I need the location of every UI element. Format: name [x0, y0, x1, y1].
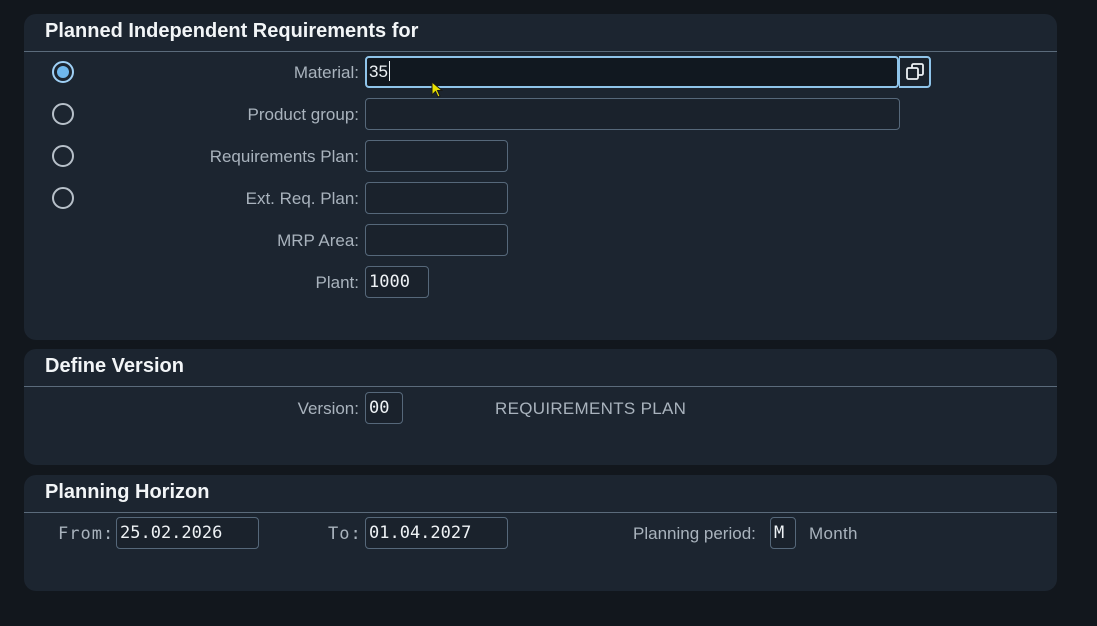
ext-req-plan-label: Ext. Req. Plan: — [245, 189, 359, 208]
mrp-area-input[interactable] — [365, 224, 508, 256]
from-label: From: — [58, 524, 115, 544]
plant-label: Plant: — [315, 273, 359, 292]
ext-req-plan-input[interactable] — [365, 182, 508, 214]
version-description: REQUIREMENTS PLAN — [495, 399, 687, 418]
material-label: Material: — [293, 63, 359, 82]
planning-period-description: Month — [809, 524, 858, 543]
requirements-panel-divider — [24, 51, 1057, 52]
requirements-plan-input[interactable] — [365, 140, 508, 172]
requirements-panel-title: Planned Independent Requirements for — [45, 20, 419, 42]
text-caret — [388, 61, 390, 81]
radio-ext-req-plan[interactable] — [52, 187, 74, 209]
mouse-pointer-icon — [431, 80, 444, 104]
version-input[interactable]: 00 — [365, 392, 403, 424]
planning-period-input[interactable]: M — [770, 517, 796, 549]
material-input-value: 35 — [369, 62, 388, 81]
product-group-input[interactable] — [365, 98, 900, 130]
radio-material[interactable] — [52, 61, 74, 83]
product-group-label: Product group: — [247, 105, 359, 124]
to-date-input[interactable]: 01.04.2027 — [365, 517, 508, 549]
version-panel-divider — [24, 386, 1057, 387]
version-panel-title: Define Version — [45, 355, 184, 377]
material-input[interactable]: 35 — [365, 56, 899, 88]
horizon-panel-divider — [24, 512, 1057, 513]
plant-input[interactable]: 1000 — [365, 266, 429, 298]
from-date-input[interactable]: 25.02.2026 — [116, 517, 259, 549]
value-help-icon — [905, 63, 924, 80]
horizon-panel-title: Planning Horizon — [45, 481, 210, 503]
version-label: Version: — [297, 399, 359, 418]
to-label: To: — [328, 524, 362, 544]
radio-requirements-plan[interactable] — [52, 145, 74, 167]
radio-product-group[interactable] — [52, 103, 74, 125]
requirements-plan-label: Requirements Plan: — [209, 147, 359, 166]
mrp-area-label: MRP Area: — [277, 231, 359, 250]
material-value-help-button[interactable] — [899, 56, 931, 88]
planning-period-label: Planning period: — [633, 524, 756, 543]
